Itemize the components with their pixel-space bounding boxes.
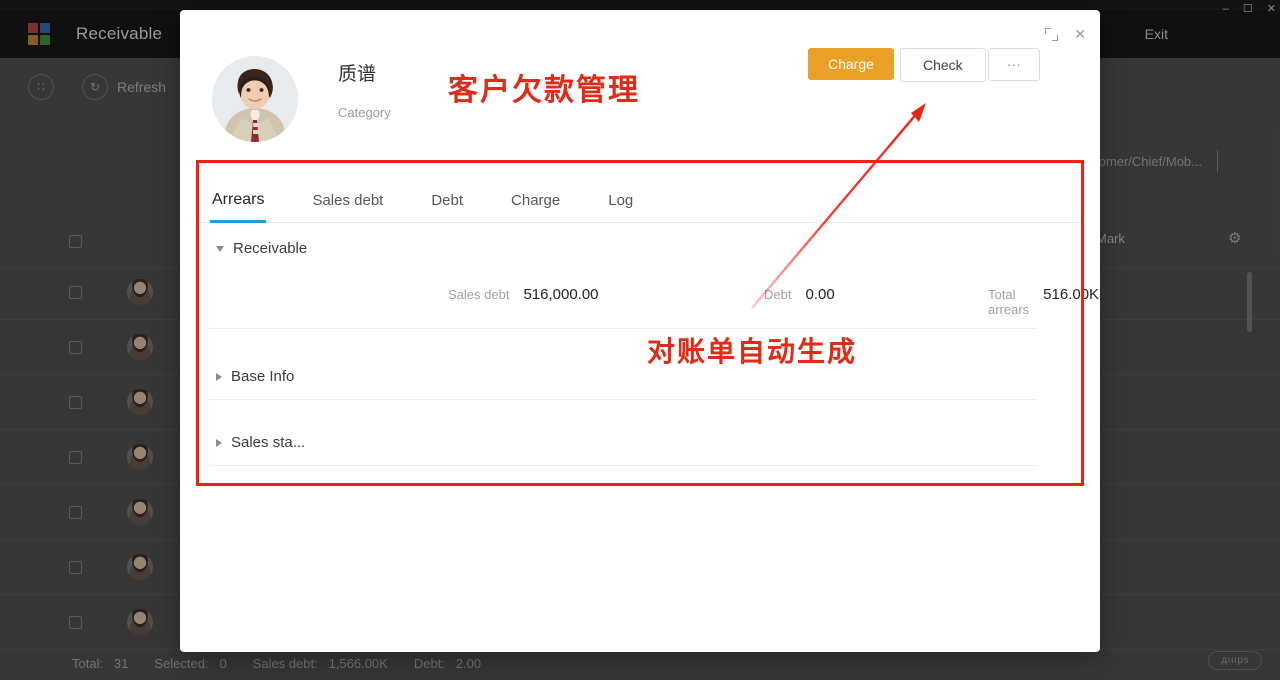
section-receivable-header[interactable]: Receivable	[216, 240, 307, 257]
annotation-subtitle: 对账单自动生成	[647, 330, 857, 370]
row-checkbox[interactable]	[69, 561, 82, 574]
section-base-info-header[interactable]: Base Info	[216, 368, 294, 385]
row-avatar	[127, 334, 153, 360]
row-checkbox[interactable]	[69, 286, 82, 299]
status-debt-value: 2.00	[456, 656, 481, 671]
row-checkbox[interactable]	[69, 616, 82, 629]
section-base-info-title: Base Info	[231, 368, 294, 385]
tab-sales-debt[interactable]: Sales debt	[312, 192, 383, 222]
search-input[interactable]: ...tomer/Chief/Mob...	[1084, 154, 1202, 169]
field-total-arrears-value: 516.00K	[1043, 286, 1099, 303]
more-actions-button[interactable]: ···	[988, 48, 1040, 81]
field-total-arrears-label: Total arrears	[988, 287, 1029, 317]
status-selected-label: Selected:	[154, 656, 208, 671]
window-titlebar	[0, 0, 1280, 10]
customer-detail-dialog: ✕ 质谱 Category 客户欠款管理 Char	[180, 10, 1100, 652]
status-total-label: Total:	[72, 656, 103, 671]
tab-charge[interactable]: Charge	[511, 192, 560, 222]
row-checkbox[interactable]	[69, 341, 82, 354]
row-checkbox[interactable]	[69, 235, 82, 248]
charge-button[interactable]: Charge	[808, 48, 894, 80]
avatar	[212, 56, 298, 142]
tab-label: Debt	[431, 192, 463, 209]
row-checkbox[interactable]	[69, 451, 82, 464]
close-icon[interactable]: ✕	[1267, 4, 1276, 15]
status-sales-debt-value: 1,566.00K	[329, 656, 388, 671]
section-sales-stat-title: Sales sta...	[231, 434, 305, 451]
grid-icon: ∷	[28, 74, 54, 100]
status-sales-debt-label: Sales debt:	[253, 656, 318, 671]
search-caret	[1217, 150, 1218, 172]
tab-debt[interactable]: Debt	[431, 192, 463, 222]
window-controls[interactable]: – ☐ ✕	[1223, 0, 1276, 18]
chevron-right-icon	[216, 439, 222, 447]
chevron-down-icon	[216, 246, 224, 252]
refresh-button[interactable]: ↻ Refresh	[54, 74, 166, 100]
status-selected: Selected: 0	[154, 656, 226, 671]
annotation-title: 客户欠款管理	[448, 65, 640, 109]
status-total: Total: 31	[72, 656, 128, 671]
refresh-icon: ↻	[82, 74, 108, 100]
tab-label: Log	[608, 192, 633, 209]
app-title: Receivable	[76, 24, 162, 44]
section-divider	[209, 465, 1037, 466]
dialog-tabs: Arrears Sales debt Debt Charge Log	[199, 165, 1081, 223]
customer-category: Category	[338, 105, 391, 120]
section-sales-stat-header[interactable]: Sales sta...	[216, 434, 305, 451]
tab-label: Sales debt	[312, 192, 383, 209]
row-avatar	[127, 444, 153, 470]
status-debt: Debt: 2.00	[414, 656, 481, 671]
field-debt-value: 0.00	[805, 286, 834, 303]
exit-button[interactable]: Exit	[1145, 10, 1168, 58]
field-sales-debt: Sales debt 516,000.00	[448, 286, 599, 303]
row-checkbox[interactable]	[69, 506, 82, 519]
grid-view-button[interactable]: ∷	[0, 74, 54, 100]
field-sales-debt-label: Sales debt	[448, 287, 509, 302]
section-receivable-title: Receivable	[233, 240, 307, 257]
status-debt-label: Debt:	[414, 656, 445, 671]
app-logo-icon	[28, 23, 50, 45]
field-debt: Debt 0.00	[764, 286, 835, 303]
table-scrollbar[interactable]	[1247, 272, 1252, 332]
receivable-fields: Sales debt 516,000.00 Debt 0.00 Total ar…	[216, 286, 1050, 330]
refresh-label: Refresh	[117, 79, 166, 95]
tab-log[interactable]: Log	[608, 192, 633, 222]
dialog-header: 质谱 Category 客户欠款管理 Charge Check ···	[180, 10, 1100, 160]
row-checkbox[interactable]	[69, 396, 82, 409]
status-total-value: 31	[114, 656, 128, 671]
row-avatar	[127, 389, 153, 415]
field-debt-label: Debt	[764, 287, 791, 302]
chevron-right-icon	[216, 373, 222, 381]
customer-name: 质谱	[338, 59, 376, 86]
watermark-badge: дıııрѕ	[1208, 651, 1262, 670]
tab-label: Charge	[511, 192, 560, 209]
tab-arrears[interactable]: Arrears	[212, 191, 264, 222]
row-avatar	[127, 499, 153, 525]
minimize-icon[interactable]: –	[1223, 4, 1229, 15]
row-avatar	[127, 609, 153, 635]
check-button[interactable]: Check	[900, 48, 986, 82]
section-divider	[209, 328, 1037, 329]
field-total-arrears: Total arrears 516.00K	[988, 286, 1099, 317]
field-sales-debt-value: 516,000.00	[523, 286, 598, 303]
maximize-icon[interactable]: ☐	[1243, 4, 1253, 15]
row-avatar	[127, 554, 153, 580]
row-avatar	[127, 279, 153, 305]
section-divider	[209, 399, 1037, 400]
tab-label: Arrears	[212, 191, 264, 208]
status-selected-value: 0	[219, 656, 226, 671]
status-sales-debt: Sales debt: 1,566.00K	[253, 656, 388, 671]
